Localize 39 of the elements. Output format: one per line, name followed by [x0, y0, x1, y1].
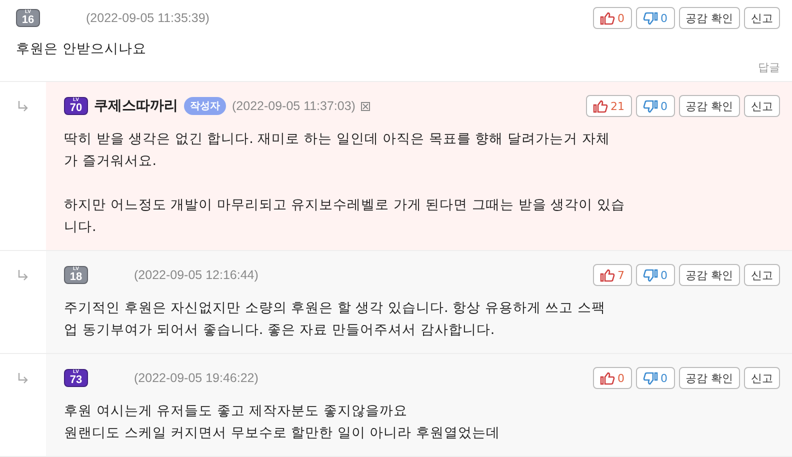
- comment-text: 후원은 안받으시나요: [16, 40, 148, 59]
- confirm-button[interactable]: 공감 확인: [678, 95, 740, 117]
- confirm-button[interactable]: 공감 확인: [678, 264, 740, 286]
- thumbs-down-icon: [642, 372, 658, 384]
- report-button[interactable]: 신고: [744, 95, 780, 117]
- dislike-button[interactable]: 0: [636, 264, 674, 286]
- comment-date: (2022-09-05 19:46:22): [134, 371, 258, 385]
- like-button[interactable]: 7: [592, 264, 632, 286]
- reply-arrow-icon: [17, 269, 29, 281]
- comment-text: 후원 여시는게 유저들도 좋고 제작자분도 좋지않을까요 원랜디도 스케일 커지면서 무보수로 할만한 일이 아니라 후원열었는데: [64, 402, 502, 443]
- comment-date: (2022-09-05 11:35:39): [86, 11, 210, 25]
- like-button[interactable]: 0: [592, 7, 632, 29]
- thumbs-up-icon: [600, 268, 614, 282]
- confirm-button[interactable]: 공감 확인: [678, 367, 740, 389]
- dislike-button[interactable]: 0: [636, 7, 674, 29]
- thumbs-down-icon: [642, 268, 658, 282]
- thumbs-up-icon: [600, 12, 614, 24]
- username[interactable]: 쿠제스따까리: [94, 97, 178, 115]
- dislike-button[interactable]: 0: [636, 367, 674, 389]
- report-button[interactable]: 신고: [744, 7, 780, 29]
- x-box-icon[interactable]: [361, 102, 370, 110]
- comment-date: (2022-09-05 12:16:44): [134, 268, 258, 282]
- reply-arrow-icon: [17, 100, 29, 112]
- comment-text: 주기적인 후원은 자신없지만 소량의 후원은 할 생각 있습니다. 항상 유용하게 쓰고 스팩 업 동기부여가 되어서 좋습니다. 좋은 자료 만들어주셔서 감사합니다.: [64, 299, 606, 340]
- thumbs-down-icon: [642, 100, 658, 112]
- comment-date: (2022-09-05 11:37:03): [232, 99, 356, 113]
- dislike-button[interactable]: 0: [636, 95, 674, 117]
- like-button[interactable]: 0: [592, 367, 632, 389]
- author-badge: 작성자: [184, 97, 226, 115]
- report-button[interactable]: 신고: [744, 264, 780, 286]
- confirm-button[interactable]: 공감 확인: [678, 7, 740, 29]
- thumbs-down-icon: [642, 12, 658, 24]
- comment-text: 딱히 받을 생각은 없긴 합니다. 재미로 하는 일인데 아직은 목표를 향해 달려가는거 자체 가 즐거워서요.: [64, 130, 611, 171]
- like-button[interactable]: 21: [586, 95, 632, 117]
- comment-text: 하지만 어느정도 개발이 마무리되고 유지보수레벨로 가게 된다면 그때는 받을 생각이 있습 니다.: [64, 196, 626, 237]
- report-button[interactable]: 신고: [744, 367, 780, 389]
- thumbs-up-icon: [600, 372, 614, 384]
- thumbs-up-icon: [592, 100, 608, 112]
- reply-arrow-icon: [17, 372, 29, 384]
